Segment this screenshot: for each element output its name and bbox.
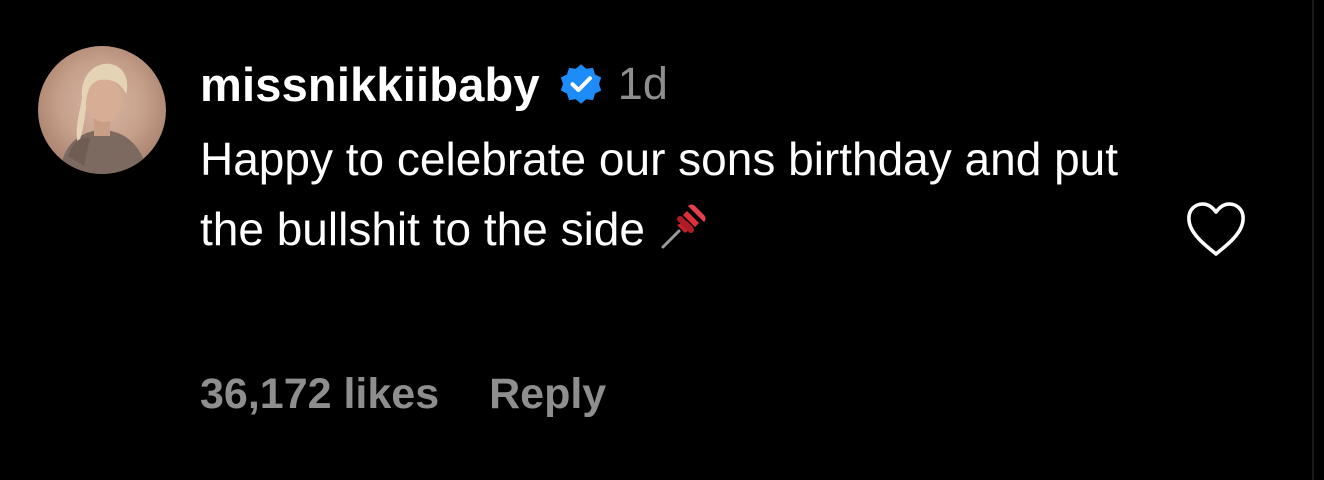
verified-badge-icon — [556, 59, 606, 109]
comment-text-container: Happy to celebrate our sons birthday and… — [200, 124, 1130, 264]
pushpin-icon — [657, 201, 709, 253]
scrollbar-edge — [1312, 0, 1314, 480]
heart-outline-icon[interactable] — [1184, 200, 1248, 260]
comment-header: missnikkiibaby 1d — [200, 44, 1140, 124]
avatar[interactable] — [38, 46, 166, 174]
avatar-image — [60, 63, 148, 174]
timestamp: 1d — [617, 58, 668, 109]
likes-count[interactable]: 36,172 likes — [200, 370, 439, 419]
username[interactable]: missnikkiibaby — [200, 57, 540, 112]
comment-body: missnikkiibaby 1d Happy to celebrate our… — [200, 44, 1140, 264]
comment-footer: 36,172 likes Reply — [200, 370, 606, 419]
reply-button[interactable]: Reply — [489, 370, 606, 419]
comment: missnikkiibaby 1d Happy to celebrate our… — [38, 44, 1278, 444]
